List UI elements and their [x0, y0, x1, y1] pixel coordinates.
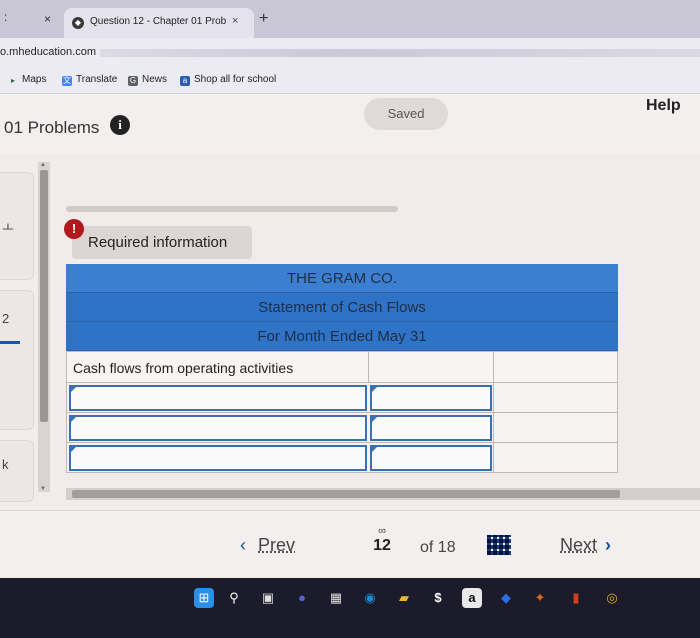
chat-icon[interactable]: ● [292, 588, 312, 608]
browser-tab-strip: : × ◆ Question 12 - Chapter 01 Prob × + [0, 0, 700, 38]
bookmark-label: Shop all for school [194, 74, 277, 85]
bookmark-translate[interactable]: 文 Translate [62, 74, 117, 86]
question-card-marker: k [2, 457, 9, 472]
translate-icon: 文 [62, 76, 72, 86]
bookmark-shop[interactable]: a Shop all for school [180, 74, 276, 86]
task-view-icon[interactable]: ▣ [258, 588, 278, 608]
bookmark-label: Translate [76, 74, 118, 85]
address-bar[interactable]: o.mheducation.com [0, 38, 700, 68]
question-grid-icon[interactable] [487, 535, 511, 555]
prev-label: Prev [258, 535, 296, 555]
bird-icon[interactable]: ✦ [530, 588, 550, 608]
windows-start-icon[interactable]: ⊞ [194, 588, 214, 608]
dropbox-icon[interactable]: ◆ [496, 588, 516, 608]
required-information-banner[interactable]: ! Required information [64, 219, 252, 259]
question-card-marker: ㅗ [2, 220, 14, 235]
next-button[interactable]: Next › [560, 535, 611, 556]
cash-flow-statement-table: THE GRAM CO. Statement of Cash Flows For… [66, 264, 618, 473]
prev-button[interactable]: ‹ Prev [240, 535, 295, 556]
question-list-panel: ㅗ 2 k [0, 172, 36, 502]
windows-taskbar: ⊞ ⚲ ▣ ● ▦ ◉ ▰ $ a ◆ ✦ ▮ ◎ [0, 578, 700, 638]
current-question-indicator [0, 341, 20, 344]
tab-title: Question 12 - Chapter 01 Prob [90, 16, 227, 27]
scroll-down-arrow-icon[interactable]: ▼ [40, 486, 46, 492]
column-divider [493, 443, 494, 472]
office-icon[interactable]: ▮ [566, 588, 586, 608]
dollar-icon[interactable]: $ [428, 588, 448, 608]
amount-input[interactable] [370, 385, 492, 411]
url-blurred-segment [100, 49, 700, 57]
question-card[interactable]: k [0, 440, 34, 502]
assignment-header: 01 Problems i Saved Help [0, 94, 700, 154]
column-divider [493, 383, 494, 412]
url-text[interactable]: o.mheducation.com [0, 46, 96, 58]
alert-icon: ! [64, 219, 84, 239]
column-divider [493, 352, 494, 382]
bookmarks-bar: ▸ Maps 文 Translate G News a Shop all for sch… [0, 68, 700, 94]
map-pin-icon: ▸ [10, 76, 15, 85]
chevron-right-icon: › [605, 535, 612, 555]
required-information-label: Required information [88, 234, 228, 251]
previous-tab-close-icon[interactable]: × [44, 12, 51, 26]
browser-tab-active[interactable]: ◆ Question 12 - Chapter 01 Prob × [64, 8, 254, 38]
amount-input[interactable] [370, 415, 492, 441]
description-input[interactable] [69, 385, 367, 411]
edge-icon[interactable]: ◉ [360, 588, 380, 608]
horizontal-scrollbar-thumb[interactable] [72, 490, 620, 498]
amount-input[interactable] [370, 445, 492, 471]
statement-company-name: THE GRAM CO. [66, 264, 618, 293]
browser-menu-icon[interactable]: : [4, 10, 7, 24]
link-icon: ∞ [378, 525, 386, 537]
page-total: of 18 [420, 539, 456, 556]
tab-close-icon[interactable]: × [232, 15, 238, 27]
page-title: 01 Problems [4, 118, 100, 137]
question-navigation: ‹ Prev ∞ 12 of 18 Next › [0, 510, 700, 576]
statement-title: Statement of Cash Flows [66, 293, 618, 322]
info-icon[interactable]: i [110, 115, 130, 135]
table-row [66, 413, 618, 443]
column-divider [493, 413, 494, 442]
section-row-operating: Cash flows from operating activities [66, 351, 618, 383]
news-icon: G [128, 76, 138, 86]
new-tab-button[interactable]: + [259, 10, 268, 28]
bookmark-label: Maps [22, 74, 47, 85]
scroll-up-arrow-icon[interactable]: ▲ [40, 162, 46, 168]
table-row [66, 443, 618, 473]
folder-icon[interactable]: ▰ [394, 588, 414, 608]
assignment-page: 01 Problems i Saved Help ㅗ 2 k ▲ ▼ ! Req… [0, 94, 700, 578]
saved-status-badge: Saved [364, 98, 448, 130]
bookmark-maps[interactable]: ▸ Maps [8, 74, 46, 86]
help-link[interactable]: Help [646, 97, 681, 115]
amazon-icon[interactable]: a [462, 588, 482, 608]
search-icon[interactable]: ⚲ [224, 588, 244, 608]
chevron-left-icon: ‹ [240, 535, 246, 555]
tab-favicon-icon: ◆ [72, 17, 84, 29]
question-number: 2 [2, 311, 10, 326]
statement-period: For Month Ended May 31 [66, 322, 618, 351]
amazon-icon: a [180, 76, 190, 86]
description-input[interactable] [69, 415, 367, 441]
table-row [66, 383, 618, 413]
question-card[interactable]: ㅗ [0, 172, 34, 280]
page-indicator[interactable]: ∞ 12 [360, 525, 404, 561]
question-card-current[interactable]: 2 [0, 290, 34, 430]
chrome-icon[interactable]: ◎ [602, 588, 622, 608]
bookmark-label: News [142, 74, 168, 85]
description-input[interactable] [69, 445, 367, 471]
column-divider [368, 352, 369, 382]
bookmark-news[interactable]: G News [128, 74, 167, 86]
tab-progress-divider [66, 206, 398, 212]
next-label: Next [560, 535, 598, 555]
vertical-scrollbar-thumb[interactable] [40, 170, 48, 422]
current-page-number: 12 [373, 537, 391, 554]
section-label-operating: Cash flows from operating activities [73, 360, 294, 376]
calendar-icon[interactable]: ▦ [326, 588, 346, 608]
